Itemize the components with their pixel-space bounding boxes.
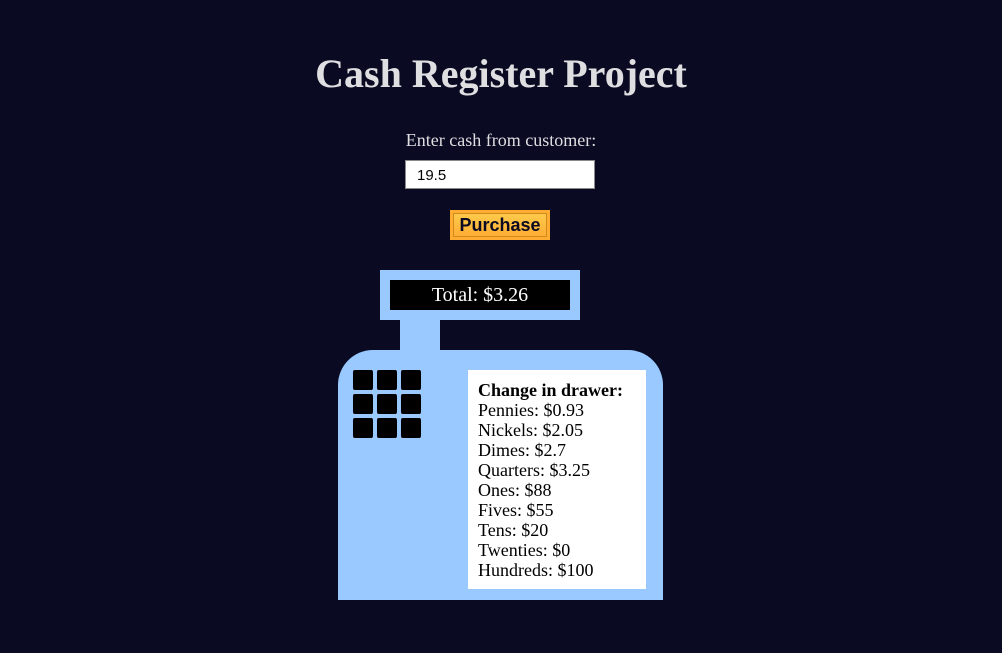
keypad-key <box>353 394 373 414</box>
total-display: Total: $3.26 <box>390 280 570 310</box>
drawer-twenties: Twenties: $0 <box>478 540 571 560</box>
change-in-drawer-panel: Change in drawer: Pennies: $0.93 Nickels… <box>468 370 646 589</box>
drawer-hundreds: Hundreds: $100 <box>478 560 594 580</box>
keypad-key <box>377 370 397 390</box>
keypad-key <box>353 418 373 438</box>
keypad-key <box>377 394 397 414</box>
keypad-key <box>401 418 421 438</box>
cash-input-label: Enter cash from customer: <box>405 130 597 150</box>
drawer-nickels: Nickels: $2.05 <box>478 420 583 440</box>
drawer-pennies: Pennies: $0.93 <box>478 400 584 420</box>
keypad-key <box>401 394 421 414</box>
register-body: Change in drawer: Pennies: $0.93 Nickels… <box>338 350 663 600</box>
drawer-dimes: Dimes: $2.7 <box>478 440 566 460</box>
drawer-tens: Tens: $20 <box>478 520 549 540</box>
page: Cash Register Project Enter cash from cu… <box>0 0 1002 653</box>
cash-input[interactable] <box>405 160 595 189</box>
register-neck <box>400 320 440 352</box>
keypad-key <box>377 418 397 438</box>
keypad-key <box>353 370 373 390</box>
register-display-housing: Total: $3.26 <box>380 270 580 320</box>
drawer-heading: Change in drawer: <box>478 380 623 400</box>
page-title: Cash Register Project <box>315 51 687 96</box>
drawer-quarters: Quarters: $3.25 <box>478 460 590 480</box>
drawer-fives: Fives: $55 <box>478 500 554 520</box>
keypad <box>353 370 423 440</box>
keypad-key <box>401 370 421 390</box>
drawer-ones: Ones: $88 <box>478 480 552 500</box>
purchase-button[interactable]: Purchase <box>450 210 550 240</box>
